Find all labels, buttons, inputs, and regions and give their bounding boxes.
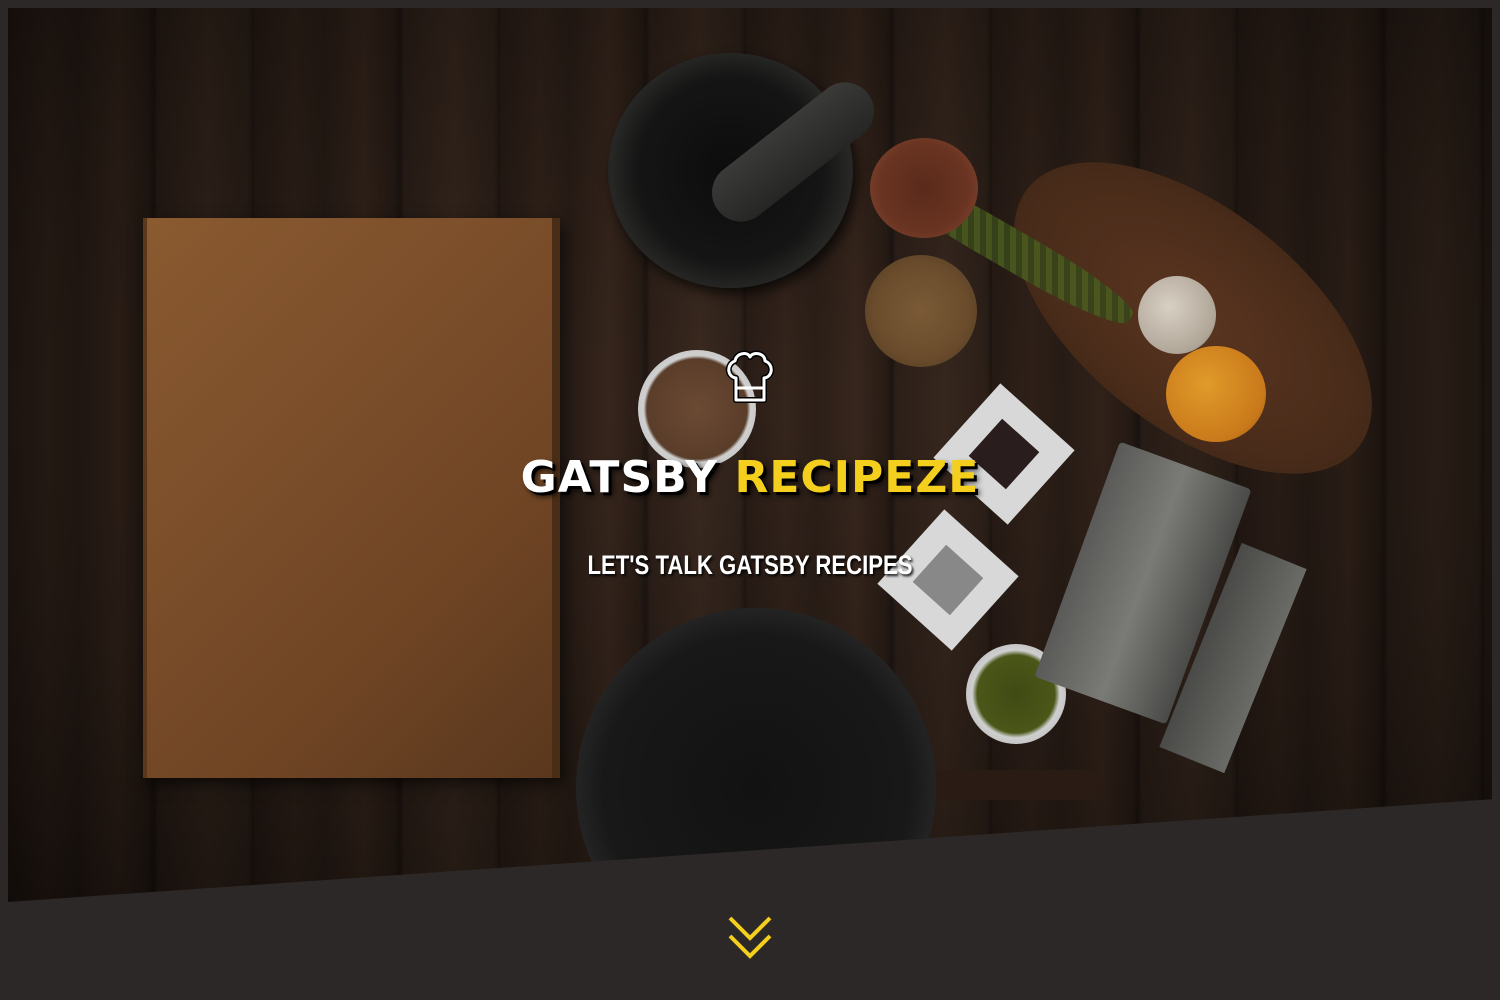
garlic-image <box>1138 276 1216 354</box>
pan-handle-image <box>908 770 1098 800</box>
site-title-part2: RECIPEZE <box>734 452 980 503</box>
site-title-part1: GATSBY <box>520 452 719 503</box>
chef-hat-icon <box>722 348 778 404</box>
orange-image <box>1166 346 1266 442</box>
seed-jar-image <box>865 255 977 367</box>
page: GATSBY RECIPEZE LET'S TALK GATSBY RECIPE… <box>0 0 1500 1000</box>
site-tagline: LET'S TALK GATSBY RECIPES <box>587 550 913 580</box>
pan-image <box>576 608 936 902</box>
double-chevron-down-icon[interactable] <box>726 912 774 964</box>
spice-jar-image <box>870 138 978 238</box>
site-title: GATSBY RECIPEZE <box>0 452 1500 503</box>
